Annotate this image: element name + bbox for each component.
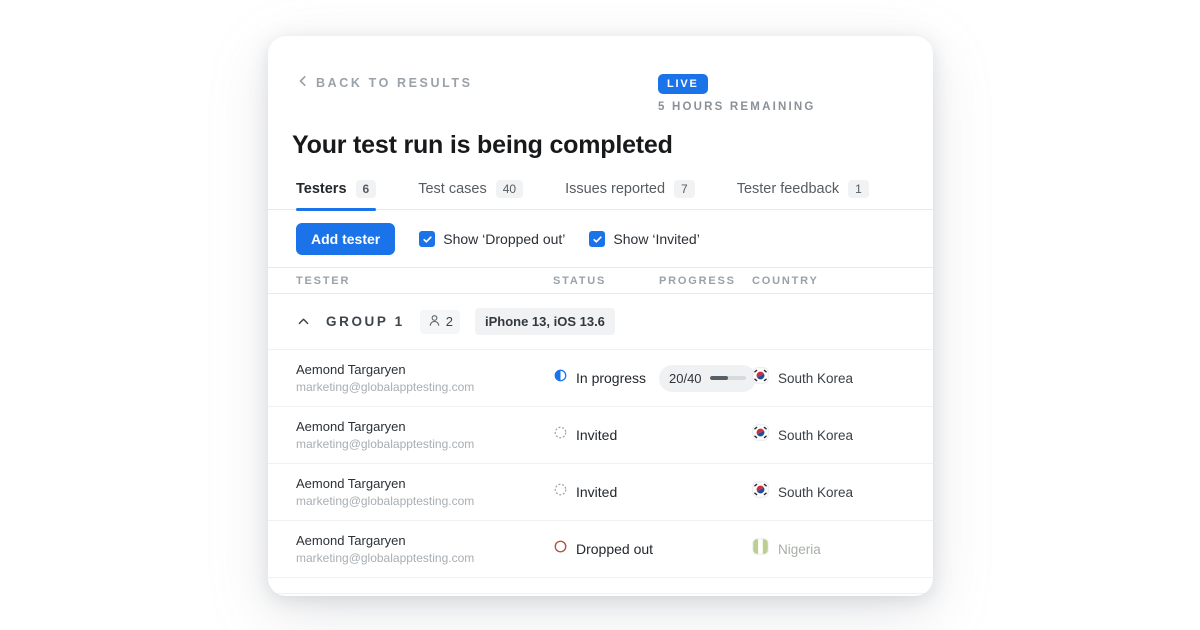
country-cell: South Korea <box>752 424 905 446</box>
tab-count-badge: 6 <box>356 180 377 198</box>
chevron-left-icon <box>296 74 310 91</box>
group-name: GROUP 1 <box>326 314 405 329</box>
tab-test-cases[interactable]: Test cases 40 <box>418 180 523 209</box>
status-invited-icon <box>553 482 568 502</box>
tester-row[interactable]: Aemond Targaryen marketing@globalapptest… <box>268 464 933 521</box>
tester-name: Aemond Targaryen <box>296 419 553 434</box>
tester-cell: Aemond Targaryen marketing@globalapptest… <box>296 533 553 565</box>
status-label: Invited <box>576 484 617 500</box>
tester-cell: Aemond Targaryen marketing@globalapptest… <box>296 476 553 508</box>
tester-name: Aemond Targaryen <box>296 533 553 548</box>
status-cell: Invited <box>553 482 659 502</box>
tester-email: marketing@globalapptesting.com <box>296 437 553 451</box>
tester-cell: Aemond Targaryen marketing@globalapptest… <box>296 362 553 394</box>
status-cell: Dropped out <box>553 539 659 559</box>
tab-bar: Testers 6 Test cases 40 Issues reported … <box>268 180 933 210</box>
country-label: Nigeria <box>778 542 821 557</box>
country-cell: South Korea <box>752 367 905 389</box>
progress-bar <box>710 376 746 380</box>
country-label: South Korea <box>778 428 853 443</box>
south-korea-flag-icon <box>752 424 769 446</box>
tab-count-badge: 7 <box>674 180 695 198</box>
column-header-country: COUNTRY <box>752 275 905 287</box>
progress-pill: 20/40 <box>659 365 756 392</box>
tester-name: Aemond Targaryen <box>296 362 553 377</box>
checkbox-label: Show ‘Invited’ <box>613 231 699 247</box>
column-header-status: STATUS <box>553 275 659 287</box>
checkbox-checked-icon <box>419 231 435 247</box>
progress-cell: 20/40 <box>659 365 752 392</box>
tab-count-badge: 1 <box>848 180 869 198</box>
tab-tester-feedback[interactable]: Tester feedback 1 <box>737 180 869 209</box>
tester-name: Aemond Targaryen <box>296 476 553 491</box>
tab-issues-reported[interactable]: Issues reported 7 <box>565 180 695 209</box>
back-to-results-link[interactable]: BACK TO RESULTS <box>296 74 473 91</box>
status-label: Dropped out <box>576 541 653 557</box>
status-label: Invited <box>576 427 617 443</box>
tab-label: Issues reported <box>565 181 665 197</box>
group-row[interactable]: GROUP 1 2 iPhone 13, iOS 13.6 <box>268 294 933 350</box>
south-korea-flag-icon <box>752 367 769 389</box>
device-badge: iPhone 13, iOS 13.6 <box>475 308 615 335</box>
column-header-tester: TESTER <box>296 275 553 287</box>
tester-row[interactable]: Aemond Targaryen marketing@globalapptest… <box>268 521 933 578</box>
time-remaining: 5 HOURS REMAINING <box>658 101 816 113</box>
tester-email: marketing@globalapptesting.com <box>296 551 553 565</box>
status-in-progress-icon <box>553 368 568 388</box>
test-run-card: BACK TO RESULTS LIVE 5 HOURS REMAINING Y… <box>268 36 933 596</box>
show-invited-checkbox[interactable]: Show ‘Invited’ <box>589 231 699 247</box>
status-cell: Invited <box>553 425 659 445</box>
country-cell: Nigeria <box>752 538 905 560</box>
page-title: Your test run is being completed <box>268 113 933 160</box>
group-tester-count: 2 <box>420 310 460 334</box>
country-label: South Korea <box>778 371 853 386</box>
show-dropped-out-checkbox[interactable]: Show ‘Dropped out’ <box>419 231 565 247</box>
column-header-progress: PROGRESS <box>659 275 752 287</box>
table-header: TESTER STATUS PROGRESS COUNTRY <box>268 268 933 294</box>
tab-label: Tester feedback <box>737 181 839 197</box>
tab-label: Testers <box>296 181 347 197</box>
checkbox-label: Show ‘Dropped out’ <box>443 231 565 247</box>
tester-email: marketing@globalapptesting.com <box>296 494 553 508</box>
checkbox-checked-icon <box>589 231 605 247</box>
status-cell: In progress <box>553 368 659 388</box>
add-tester-button[interactable]: Add tester <box>296 223 395 255</box>
nigeria-flag-icon <box>752 538 769 560</box>
group-count-value: 2 <box>446 314 453 329</box>
status-label: In progress <box>576 370 646 386</box>
tab-count-badge: 40 <box>496 180 523 198</box>
run-status: LIVE 5 HOURS REMAINING <box>658 74 905 113</box>
card-header: BACK TO RESULTS LIVE 5 HOURS REMAINING <box>268 36 933 113</box>
status-invited-icon <box>553 425 568 445</box>
chevron-up-icon[interactable] <box>296 314 311 329</box>
status-dropped-out-icon <box>553 539 568 559</box>
tab-testers[interactable]: Testers 6 <box>296 180 376 209</box>
progress-value: 20/40 <box>669 371 702 386</box>
partial-row <box>268 578 933 594</box>
south-korea-flag-icon <box>752 481 769 503</box>
live-badge: LIVE <box>658 74 708 94</box>
person-icon <box>427 313 442 331</box>
country-cell: South Korea <box>752 481 905 503</box>
tester-email: marketing@globalapptesting.com <box>296 380 553 394</box>
country-label: South Korea <box>778 485 853 500</box>
back-link-label: BACK TO RESULTS <box>316 76 473 90</box>
tester-row[interactable]: Aemond Targaryen marketing@globalapptest… <box>268 350 933 407</box>
tester-row[interactable]: Aemond Targaryen marketing@globalapptest… <box>268 407 933 464</box>
tester-cell: Aemond Targaryen marketing@globalapptest… <box>296 419 553 451</box>
toolbar: Add tester Show ‘Dropped out’ Show ‘Invi… <box>268 210 933 268</box>
tab-label: Test cases <box>418 181 487 197</box>
